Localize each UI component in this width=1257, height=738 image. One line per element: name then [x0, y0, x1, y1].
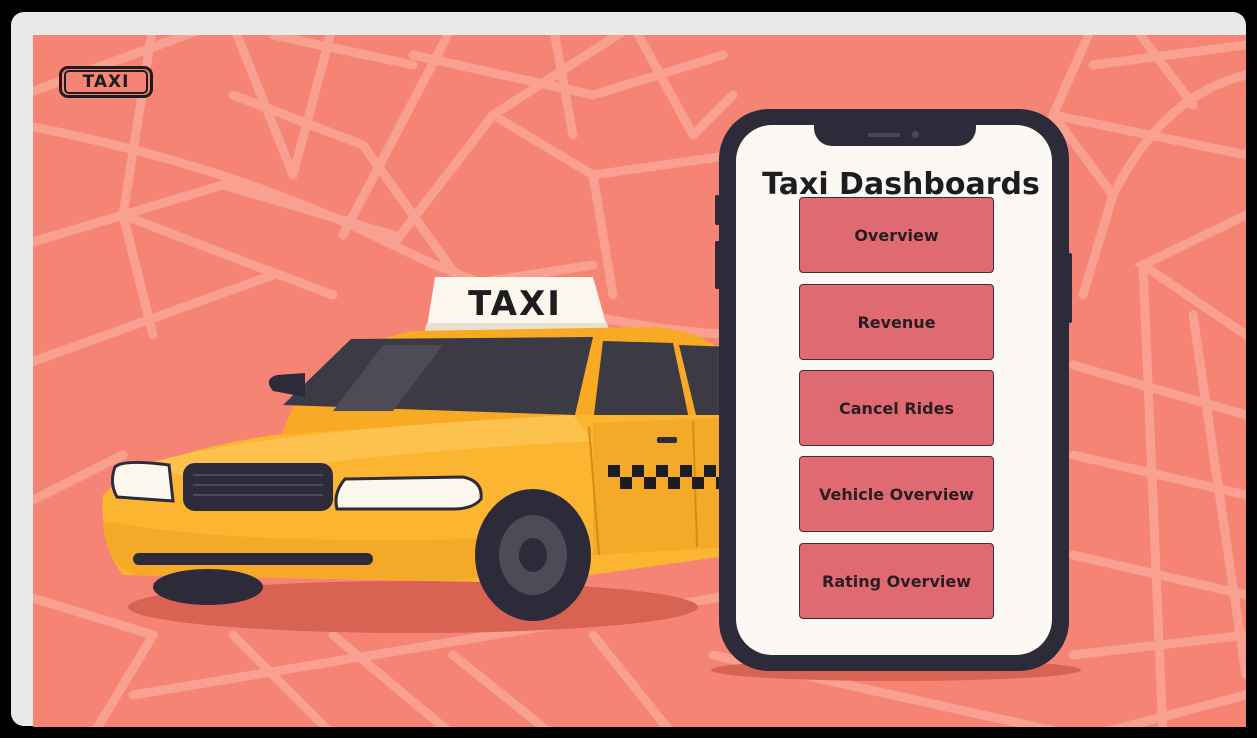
phone-mockup: Taxi Dashboards Overview Revenue Cancel …	[715, 109, 1072, 671]
dashboard-canvas: TAXI TAXI Taxi Dashboards Overview Reven…	[33, 35, 1246, 727]
phone-side-button	[715, 195, 720, 225]
cancel-rides-button[interactable]: Cancel Rides	[799, 370, 994, 446]
speaker-icon	[868, 133, 900, 137]
revenue-button[interactable]: Revenue	[799, 284, 994, 360]
overview-button[interactable]: Overview	[799, 197, 994, 273]
vehicle-overview-button[interactable]: Vehicle Overview	[799, 456, 994, 532]
phone-volume-button	[715, 241, 720, 289]
phone-power-button	[1067, 253, 1072, 323]
rating-overview-button[interactable]: Rating Overview	[799, 543, 994, 619]
camera-icon	[912, 131, 919, 138]
roof-sign-text: TAXI	[468, 284, 562, 324]
outer-frame: TAXI TAXI Taxi Dashboards Overview Reven…	[11, 12, 1246, 727]
phone-screen: Taxi Dashboards Overview Revenue Cancel …	[736, 125, 1052, 655]
taxi-car-illustration: TAXI	[102, 277, 733, 633]
phone-notch	[814, 125, 976, 146]
